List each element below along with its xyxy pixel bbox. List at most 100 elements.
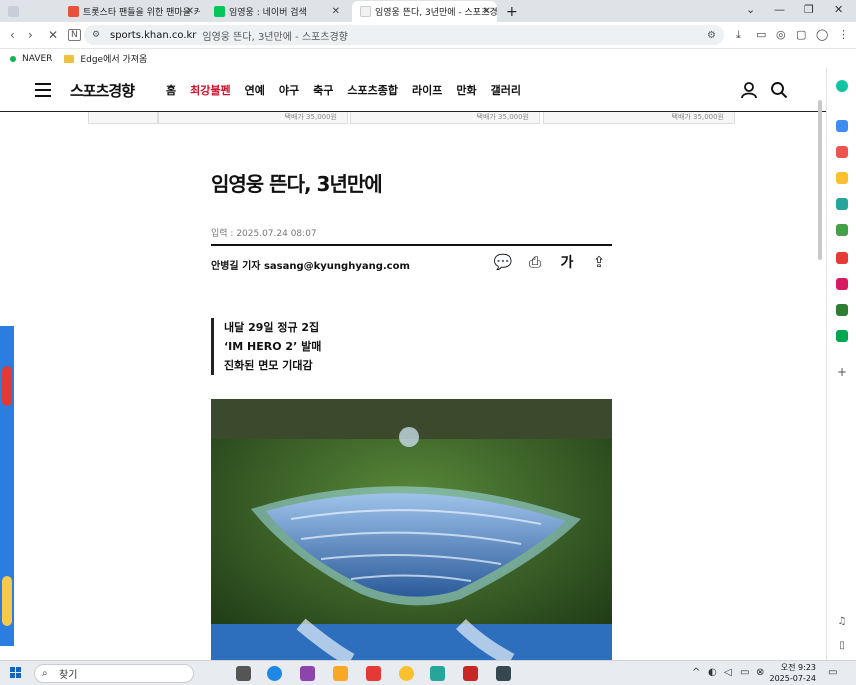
ad-decoration xyxy=(2,576,12,626)
network-icon[interactable]: ▭ xyxy=(740,667,749,678)
comment-icon[interactable]: 💬 xyxy=(493,252,513,272)
sidebar-app-icon[interactable] xyxy=(836,304,848,316)
ad-box[interactable]: 택배가 35,000원 xyxy=(350,112,540,124)
tab-search-icon[interactable]: ⌄ xyxy=(746,3,755,16)
url-title: 임영웅 뜬다, 3년만에 - 스포츠경향 xyxy=(202,31,348,43)
page-scrollbar[interactable] xyxy=(818,80,824,650)
tab-label: 트롯스타 팬들을 위한 팬마을 커 xyxy=(83,8,200,18)
user-icon[interactable] xyxy=(740,81,758,99)
download-icon[interactable]: ⤓ xyxy=(736,28,741,42)
app-icon[interactable] xyxy=(496,666,511,681)
tab-article[interactable]: 임영웅 뜬다, 3년만에 - 스포츠경 ✕ xyxy=(352,1,497,22)
tab-overflow[interactable] xyxy=(0,1,52,22)
scrollbar-thumb[interactable] xyxy=(818,100,822,260)
sidebar-app-icon[interactable] xyxy=(836,120,848,132)
bookmark-edge-folder[interactable]: Edge에서 가져옴 xyxy=(80,52,147,65)
close-tab-icon[interactable]: ✕ xyxy=(186,6,194,17)
close-tab-icon[interactable]: ✕ xyxy=(332,6,340,17)
subhead-line: 내달 29일 정규 2집 xyxy=(224,321,320,334)
sidebar-app-icon[interactable] xyxy=(836,146,848,158)
forward-icon[interactable]: › xyxy=(28,28,33,42)
app-icon[interactable] xyxy=(430,666,445,681)
article-subhead: 내달 29일 정규 2집 ‘IM HERO 2’ 발매 진화된 면모 기대감 xyxy=(211,318,321,375)
ad-box[interactable]: 택배가 35,000원 xyxy=(543,112,735,124)
menu-item-gallery[interactable]: 갤러리 xyxy=(491,82,521,98)
address-toolbar: ‹ › ✕ N ⚙ sports.khan.co.kr 임영웅 뜬다, 3년만에… xyxy=(0,22,856,49)
instagram-icon[interactable] xyxy=(836,278,848,290)
notification-center-icon[interactable]: ▭ xyxy=(828,667,837,678)
screenshot-icon[interactable]: ◎ xyxy=(776,28,786,41)
youtube-icon[interactable] xyxy=(836,252,848,264)
file-explorer-icon[interactable] xyxy=(333,666,348,681)
ad-box[interactable]: 택배가 35,000원 xyxy=(158,112,348,124)
site-info-icon[interactable]: ⚙ xyxy=(92,30,100,40)
font-size-icon[interactable]: 가 xyxy=(557,252,577,272)
volume-icon[interactable]: ◁ xyxy=(724,667,732,678)
minimize-icon[interactable]: — xyxy=(774,3,785,16)
menu-item-baseball[interactable]: 야구 xyxy=(279,82,299,98)
print-icon[interactable]: ⎙ xyxy=(525,252,545,272)
notification-icon[interactable]: ♫ xyxy=(836,616,848,628)
tab-fan-village[interactable]: 트롯스타 팬들을 위한 팬마을 커 ✕ xyxy=(60,1,200,22)
sidebar-app-icon[interactable] xyxy=(836,224,848,236)
folder-icon xyxy=(64,54,75,63)
close-tab-icon[interactable]: ✕ xyxy=(483,6,491,17)
site-logo[interactable]: 스포츠경향 xyxy=(70,80,135,101)
subhead-line: 진화된 면모 기대감 xyxy=(224,359,313,372)
search-icon[interactable] xyxy=(770,81,788,99)
edge-icon[interactable] xyxy=(267,666,282,681)
menu-item-soccer[interactable]: 축구 xyxy=(313,82,333,98)
extensions-icon[interactable]: ▢ xyxy=(796,28,806,41)
chrome-icon[interactable] xyxy=(399,666,414,681)
tray-app-icon[interactable]: ⊗ xyxy=(756,667,764,678)
profile-icon[interactable]: ◯ xyxy=(816,28,828,41)
new-tab-button[interactable]: + xyxy=(498,1,518,22)
tab-naver-search[interactable]: 임영웅 : 네이버 검색 ✕ xyxy=(206,1,346,22)
bookmark-naver[interactable]: NAVER xyxy=(22,54,52,64)
menu-item-cartoon[interactable]: 만화 xyxy=(456,82,476,98)
menu-item-entertainment[interactable]: 연예 xyxy=(245,82,265,98)
url-field[interactable]: ⚙ sports.khan.co.kr 임영웅 뜬다, 3년만에 - 스포츠경향… xyxy=(84,25,724,45)
hamburger-menu-icon[interactable] xyxy=(35,83,51,101)
app-icon[interactable] xyxy=(366,666,381,681)
fan-village-icon xyxy=(68,6,79,17)
ad-strip[interactable]: 택배가 35,000원 택배가 35,000원 택배가 35,000원 xyxy=(88,112,738,126)
bookmarks-bar: NAVER Edge에서 가져옴 xyxy=(0,49,856,68)
taskbar-search-label: 찾기 xyxy=(59,670,78,681)
restore-icon[interactable]: ❐ xyxy=(804,3,814,16)
menu-item-home[interactable]: 홈 xyxy=(166,82,176,98)
menu-item-sports[interactable]: 스포츠종합 xyxy=(347,82,398,98)
clock[interactable]: 오전 9:23 2025-07-24 xyxy=(770,662,817,684)
copilot-app-icon[interactable] xyxy=(300,666,315,681)
taskbar-search[interactable]: ⌕ 찾기 xyxy=(34,664,194,683)
left-side-ad[interactable] xyxy=(0,326,14,646)
ad-box[interactable] xyxy=(88,112,158,124)
tray-overflow-icon[interactable]: ^ xyxy=(692,667,700,678)
add-app-icon[interactable]: + xyxy=(836,366,848,378)
sidebar-app-icon[interactable] xyxy=(836,172,848,184)
clock-time: 오전 9:23 xyxy=(780,663,816,672)
windows-start-icon[interactable] xyxy=(10,667,22,679)
stop-loading-icon[interactable]: ✕ xyxy=(48,28,58,42)
video-icon[interactable]: ▭ xyxy=(756,28,766,41)
back-icon[interactable]: ‹ xyxy=(10,28,15,42)
menu-item-bullpen[interactable]: 최강불펜 xyxy=(190,82,230,98)
sidebar-app-icon[interactable] xyxy=(836,198,848,210)
sports-khan-icon xyxy=(360,6,371,17)
sidebar-app-icon[interactable] xyxy=(836,330,848,342)
share-icon[interactable]: ⇪ xyxy=(589,252,609,272)
url-host: sports.khan.co.kr xyxy=(110,29,197,41)
copilot-icon[interactable] xyxy=(836,80,848,92)
article-photo[interactable] xyxy=(211,399,612,660)
divider xyxy=(211,244,612,246)
sidebar-toggle-icon[interactable]: ▯ xyxy=(836,640,848,652)
menu-item-life[interactable]: 라이프 xyxy=(412,82,442,98)
more-icon[interactable]: ⋮ xyxy=(838,28,849,41)
tray-app-icon[interactable]: ◐ xyxy=(708,667,717,678)
task-view-icon[interactable] xyxy=(236,666,251,681)
naver-dot-icon xyxy=(10,55,16,62)
reader-icon[interactable]: N xyxy=(68,29,81,41)
translate-icon[interactable]: ⚙ xyxy=(707,30,716,41)
app-icon[interactable] xyxy=(463,666,478,681)
close-window-icon[interactable]: ✕ xyxy=(834,3,843,16)
